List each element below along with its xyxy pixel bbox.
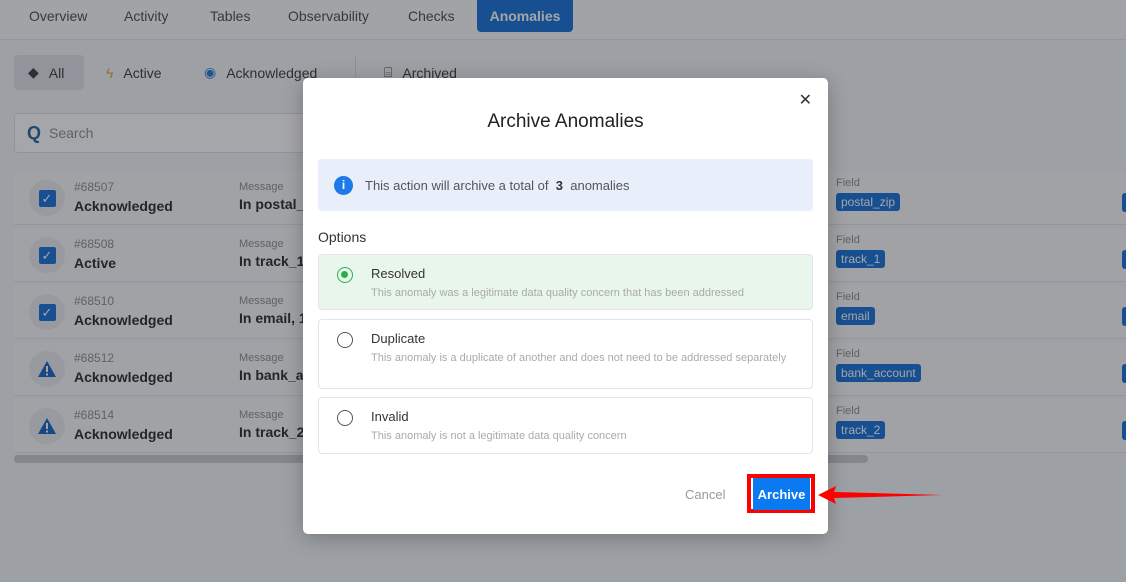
radio-invalid[interactable]: [337, 410, 353, 426]
dialog-title: Archive Anomalies: [487, 111, 644, 132]
archive-button[interactable]: Archive: [753, 478, 810, 510]
option-label: Invalid: [371, 409, 409, 424]
close-icon[interactable]: ✕: [799, 90, 812, 110]
option-description: This anomaly is not a legitimate data qu…: [371, 430, 627, 442]
option-invalid[interactable]: Invalid This anomaly is not a legitimate…: [318, 397, 813, 454]
red-arrow-annotation: [818, 486, 942, 504]
info-banner: i This action will archive a total of 3 …: [318, 159, 813, 211]
options-label: Options: [318, 229, 367, 245]
radio-duplicate[interactable]: [337, 332, 353, 348]
option-description: This anomaly is a duplicate of another a…: [371, 352, 787, 364]
option-resolved[interactable]: Resolved This anomaly was a legitimate d…: [318, 254, 813, 310]
archive-anomalies-dialog: ✕ Archive Anomalies i This action will a…: [303, 78, 828, 534]
option-duplicate[interactable]: Duplicate This anomaly is a duplicate of…: [318, 319, 813, 389]
anomaly-count: 3: [555, 177, 563, 193]
info-icon: i: [334, 175, 353, 195]
option-label: Duplicate: [371, 331, 426, 346]
radio-resolved[interactable]: [337, 267, 353, 283]
option-description: This anomaly was a legitimate data quali…: [371, 287, 744, 299]
option-label: Resolved: [371, 266, 426, 281]
cancel-button[interactable]: Cancel: [685, 487, 725, 502]
info-text: This action will archive a total of 3 an…: [365, 177, 630, 193]
